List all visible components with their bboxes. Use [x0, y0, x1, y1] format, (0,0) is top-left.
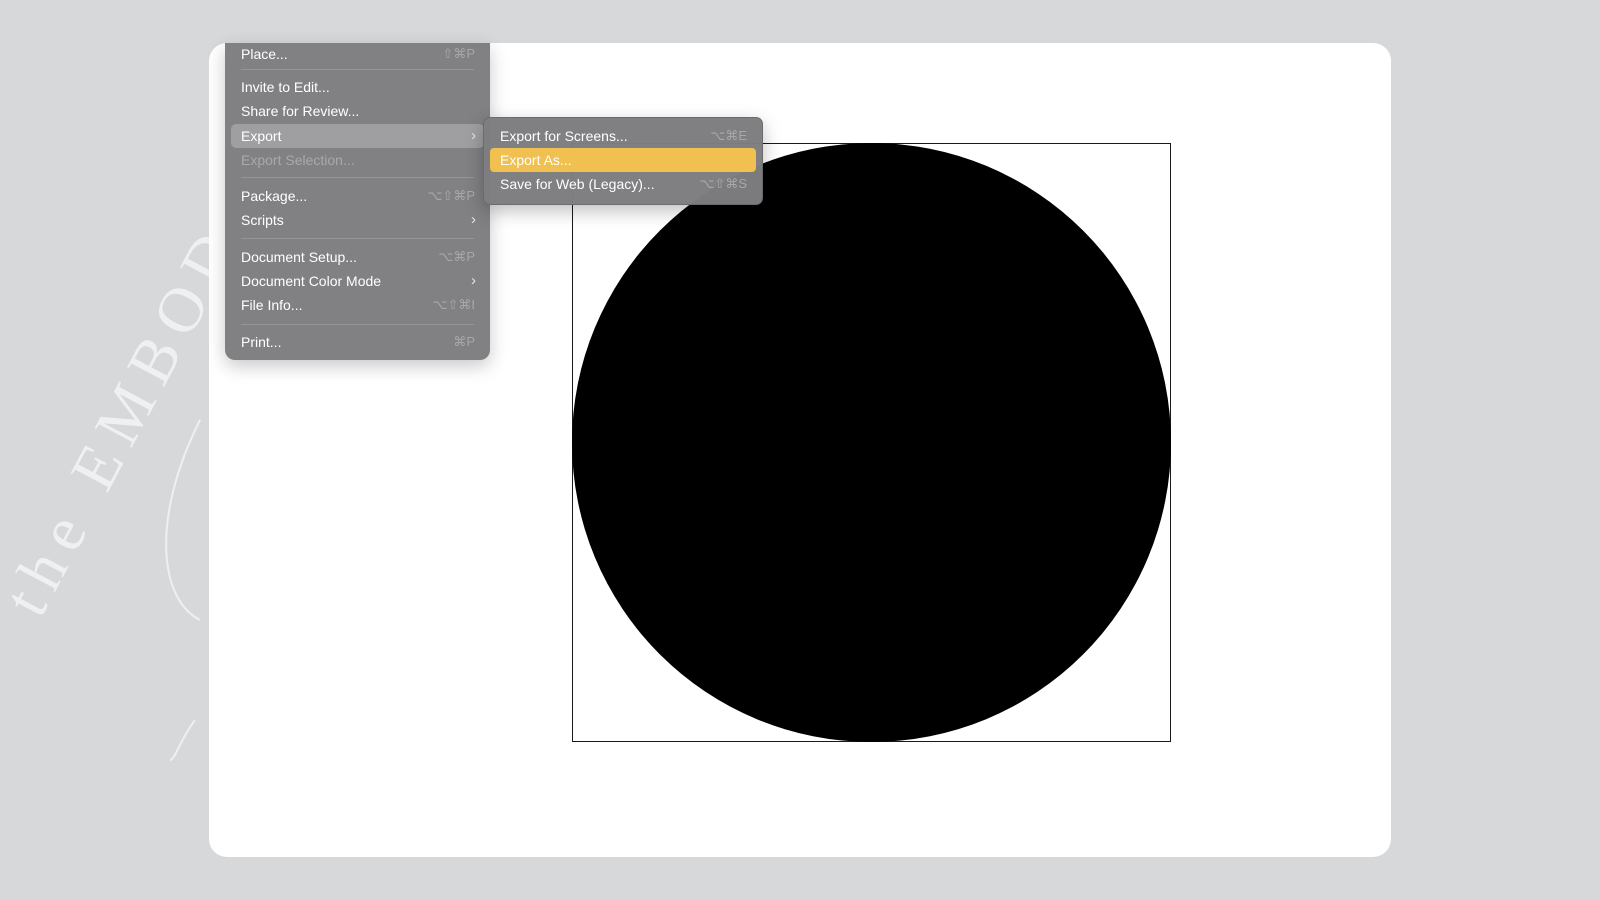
- submenu-item-label: Export As...: [500, 152, 572, 168]
- submenu-item-save-for-web[interactable]: Save for Web (Legacy)... ⌥⇧⌘S: [490, 172, 756, 196]
- chevron-right-icon: ›: [471, 127, 476, 144]
- menu-item-label: Print...: [241, 334, 282, 350]
- menu-shortcut: ⌥⌘E: [710, 128, 747, 143]
- menu-item-invite-to-edit[interactable]: Invite to Edit...: [231, 75, 484, 99]
- submenu-item-label: Export for Screens...: [500, 128, 628, 144]
- menu-item-label: Share for Review...: [241, 103, 360, 119]
- menu-item-package[interactable]: Package... ⌥⇧⌘P: [231, 184, 484, 208]
- chevron-right-icon: ›: [471, 272, 476, 289]
- menu-item-document-color-mode[interactable]: Document Color Mode ›: [231, 269, 484, 293]
- menu-item-file-info[interactable]: File Info... ⌥⇧⌘I: [231, 293, 484, 317]
- submenu-item-export-for-screens[interactable]: Export for Screens... ⌥⌘E: [490, 124, 756, 148]
- menu-shortcut: ⌥⇧⌘I: [432, 297, 476, 312]
- menu-item-place[interactable]: Place... ⇧⌘P: [231, 42, 484, 66]
- menu-item-label: File Info...: [241, 297, 303, 313]
- chevron-right-icon: ›: [471, 211, 476, 228]
- submenu-item-export-as[interactable]: Export As...: [490, 148, 756, 172]
- submenu-item-label: Save for Web (Legacy)...: [500, 176, 655, 192]
- menu-item-label: Invite to Edit...: [241, 79, 330, 95]
- menu-shortcut: ⇧⌘P: [442, 46, 475, 61]
- menu-separator: [241, 69, 474, 70]
- menu-separator: [241, 238, 474, 239]
- export-submenu: Export for Screens... ⌥⌘E Export As... S…: [483, 117, 763, 205]
- menu-separator: [241, 324, 474, 325]
- menu-item-label: Scripts: [241, 212, 284, 228]
- menu-shortcut: ⌥⌘P: [438, 249, 475, 264]
- menu-item-label: Export: [241, 128, 282, 144]
- menu-item-label: Document Color Mode: [241, 273, 382, 289]
- menu-item-export-selection: Export Selection...: [231, 148, 484, 172]
- black-circle-shape[interactable]: [572, 143, 1171, 742]
- file-menu: Place... ⇧⌘P Invite to Edit... Share for…: [225, 43, 490, 360]
- menu-item-export[interactable]: Export ›: [231, 124, 484, 148]
- menu-separator: [241, 177, 474, 178]
- menu-item-scripts[interactable]: Scripts ›: [231, 208, 484, 232]
- menu-item-label: Place...: [241, 46, 288, 62]
- menu-item-document-setup[interactable]: Document Setup... ⌥⌘P: [231, 245, 484, 269]
- menu-shortcut: ⌥⇧⌘S: [699, 176, 747, 191]
- menu-item-label: Export Selection...: [241, 152, 355, 168]
- menu-shortcut: ⌥⇧⌘P: [427, 188, 475, 203]
- menu-shortcut: ⌘P: [453, 334, 475, 349]
- menu-item-label: Document Setup...: [241, 249, 357, 265]
- artboard[interactable]: [572, 143, 1171, 742]
- menu-item-label: Package...: [241, 188, 308, 204]
- menu-item-print[interactable]: Print... ⌘P: [231, 330, 484, 354]
- menu-item-share-for-review[interactable]: Share for Review...: [231, 99, 484, 123]
